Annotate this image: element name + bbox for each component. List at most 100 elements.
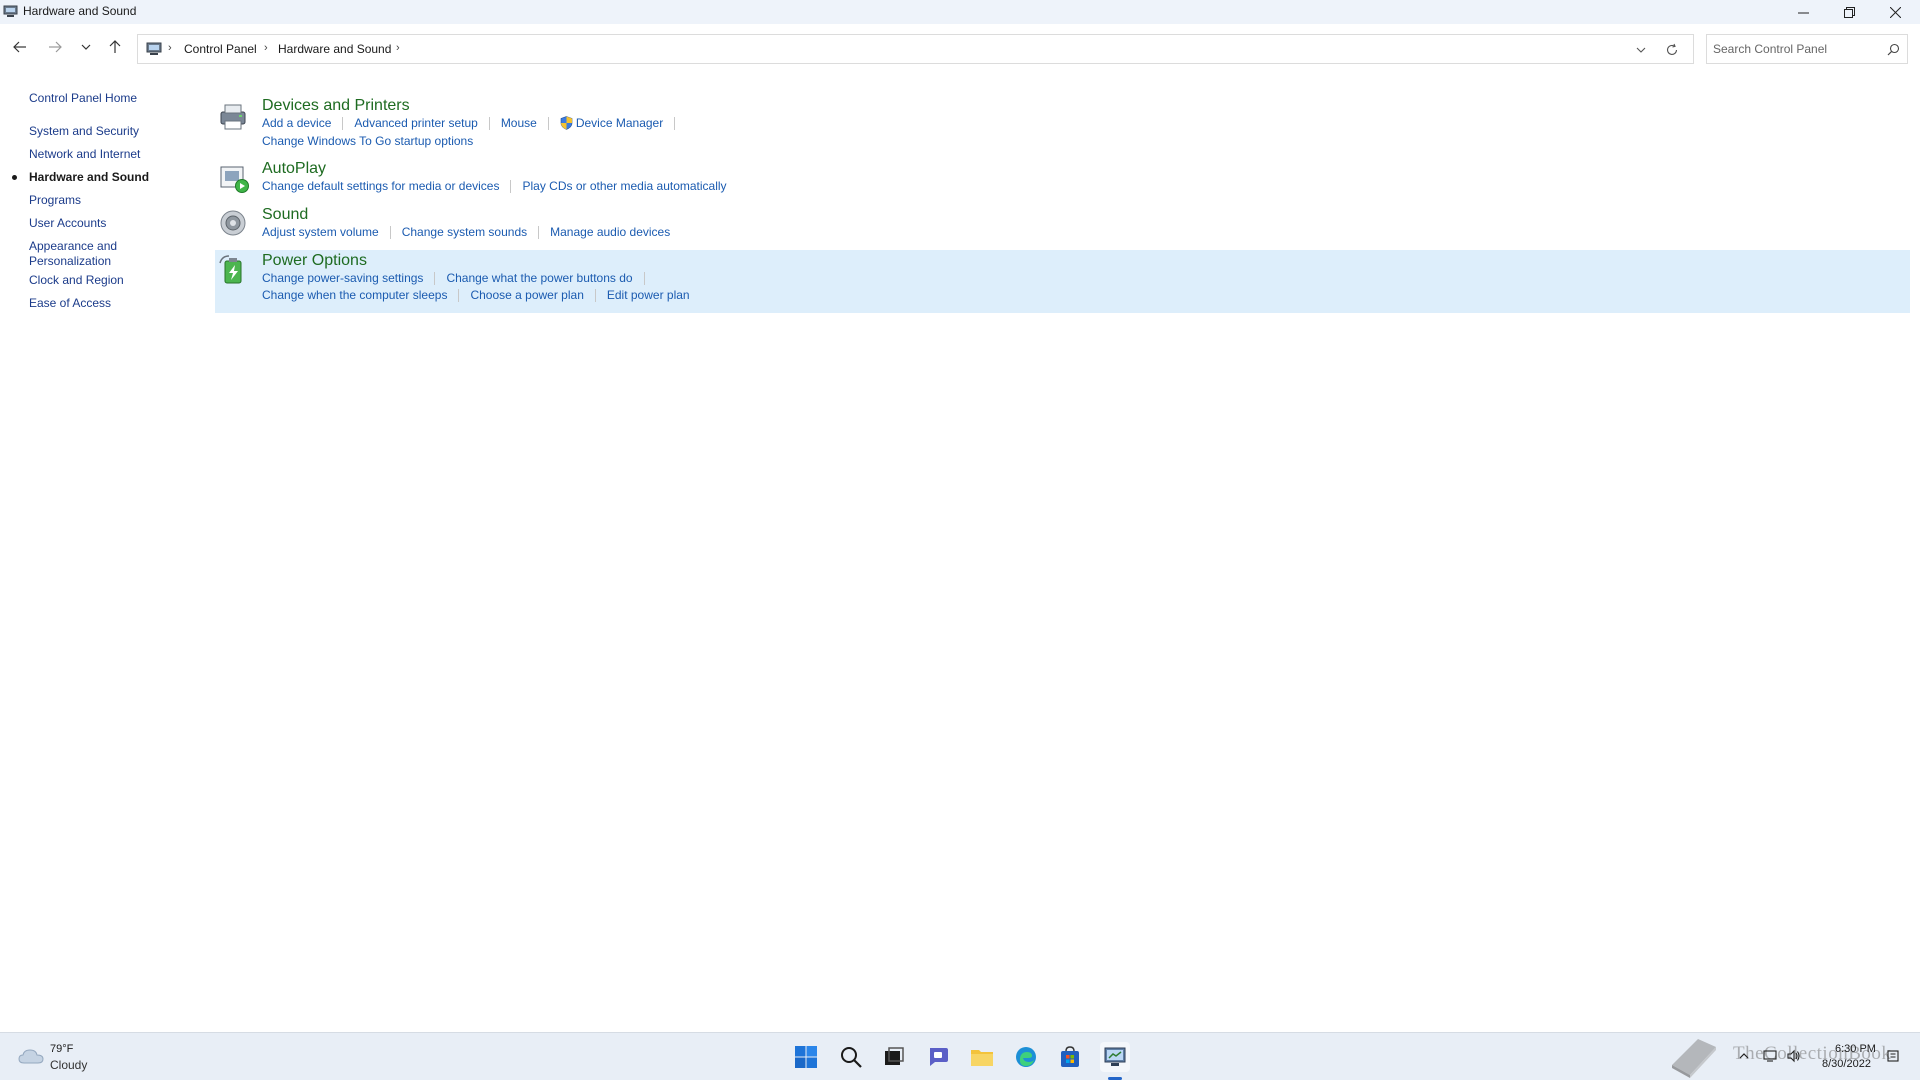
control-panel-icon bbox=[3, 5, 18, 17]
close-icon bbox=[1889, 6, 1901, 18]
control-panel-icon bbox=[146, 42, 162, 55]
category-title[interactable]: Devices and Printers bbox=[262, 97, 410, 115]
breadcrumb-control-panel[interactable]: Control Panel bbox=[184, 42, 257, 56]
change-power-saving-settings-link[interactable]: Change power-saving settings bbox=[262, 271, 423, 285]
chevron-down-icon bbox=[81, 44, 91, 50]
volume-icon[interactable] bbox=[1787, 1049, 1801, 1063]
up-button[interactable] bbox=[106, 38, 124, 56]
title-bar: Hardware and Sound bbox=[0, 0, 1920, 24]
link-row: Add a device Advanced printer setup Mous… bbox=[262, 116, 686, 130]
restore-icon bbox=[1843, 6, 1855, 18]
file-explorer-icon bbox=[971, 1050, 993, 1066]
change-when-computer-sleeps-link[interactable]: Change when the computer sleeps bbox=[262, 288, 447, 302]
device-manager-link[interactable]: Device Manager bbox=[576, 116, 663, 130]
chat-button[interactable] bbox=[923, 1042, 953, 1072]
divider bbox=[389, 225, 391, 239]
edge-icon bbox=[1016, 1047, 1036, 1067]
task-view-button[interactable] bbox=[879, 1042, 909, 1072]
category-sound: Sound Adjust system volume Change system… bbox=[215, 204, 1910, 244]
change-default-settings-link[interactable]: Change default settings for media or dev… bbox=[262, 179, 499, 193]
adjust-system-volume-link[interactable]: Adjust system volume bbox=[262, 225, 379, 239]
back-button[interactable] bbox=[11, 38, 29, 56]
microsoft-store-button[interactable] bbox=[1055, 1042, 1085, 1072]
category-title[interactable]: Sound bbox=[262, 206, 308, 224]
arrow-right-icon bbox=[49, 41, 62, 53]
divider bbox=[434, 271, 436, 285]
play-cds-automatically-link[interactable]: Play CDs or other media automatically bbox=[522, 179, 726, 193]
refresh-icon[interactable] bbox=[1665, 43, 1679, 57]
address-bar[interactable]: › Control Panel › Hardware and Sound › bbox=[137, 34, 1694, 64]
advanced-printer-setup-link[interactable]: Advanced printer setup bbox=[354, 116, 477, 130]
manage-audio-devices-link[interactable]: Manage audio devices bbox=[550, 225, 670, 239]
window-title: Hardware and Sound bbox=[23, 4, 137, 18]
nav-system-and-security[interactable]: System and Security bbox=[29, 124, 139, 139]
arrow-left-icon bbox=[13, 41, 26, 53]
nav-appearance-and-personalization[interactable]: Appearance and Personalization bbox=[29, 239, 117, 269]
add-a-device-link[interactable]: Add a device bbox=[262, 116, 331, 130]
search-icon[interactable] bbox=[1887, 43, 1900, 56]
search-icon bbox=[841, 1047, 862, 1068]
divider bbox=[594, 288, 596, 302]
change-power-buttons-link[interactable]: Change what the power buttons do bbox=[446, 271, 632, 285]
weather-condition[interactable]: Cloudy bbox=[50, 1058, 87, 1072]
clock-time[interactable]: 6:30 PM bbox=[1835, 1043, 1876, 1055]
search-box[interactable] bbox=[1706, 34, 1908, 64]
nav-network-and-internet[interactable]: Network and Internet bbox=[29, 147, 140, 162]
cloud-icon[interactable] bbox=[18, 1047, 44, 1065]
breadcrumb-hardware-and-sound[interactable]: Hardware and Sound bbox=[278, 42, 391, 56]
link-row: Change Windows To Go startup options bbox=[262, 134, 473, 148]
link-row: Change when the computer sleeps Choose a… bbox=[262, 288, 690, 302]
uac-shield-icon bbox=[560, 116, 573, 130]
nav-programs[interactable]: Programs bbox=[29, 193, 81, 208]
nav-hardware-and-sound[interactable]: Hardware and Sound bbox=[29, 170, 149, 185]
category-title[interactable]: AutoPlay bbox=[262, 160, 326, 178]
minimize-icon bbox=[1797, 12, 1809, 13]
nav-label-line1: Appearance and bbox=[29, 239, 118, 253]
network-icon[interactable] bbox=[1763, 1049, 1777, 1063]
store-icon bbox=[1061, 1046, 1079, 1067]
change-windows-to-go-link[interactable]: Change Windows To Go startup options bbox=[262, 134, 473, 148]
watermark-book-icon bbox=[1672, 1039, 1716, 1078]
nav-ease-of-access[interactable]: Ease of Access bbox=[29, 296, 111, 311]
breadcrumb-separator[interactable]: › bbox=[396, 42, 400, 54]
nav-control-panel-home[interactable]: Control Panel Home bbox=[29, 91, 137, 106]
divider bbox=[643, 271, 645, 285]
restore-button[interactable] bbox=[1826, 0, 1872, 24]
clock-date[interactable]: 8/30/2022 bbox=[1822, 1058, 1871, 1070]
chevron-up-icon[interactable] bbox=[1737, 1049, 1751, 1063]
category-title[interactable]: Power Options bbox=[262, 252, 367, 270]
category-devices-and-printers: Devices and Printers Add a device Advanc… bbox=[215, 94, 1910, 154]
control-panel-taskbar-button[interactable] bbox=[1100, 1042, 1130, 1072]
notification-icon[interactable] bbox=[1886, 1049, 1900, 1063]
file-explorer-button[interactable] bbox=[967, 1042, 997, 1072]
weather-temperature[interactable]: 79°F bbox=[50, 1043, 73, 1055]
control-panel-icon bbox=[1104, 1047, 1126, 1066]
divider bbox=[674, 116, 676, 130]
recent-locations-button[interactable] bbox=[77, 38, 95, 56]
edit-power-plan-link[interactable]: Edit power plan bbox=[607, 288, 690, 302]
windows-start-icon bbox=[795, 1046, 817, 1068]
change-system-sounds-link[interactable]: Change system sounds bbox=[402, 225, 527, 239]
minimize-button[interactable] bbox=[1780, 0, 1826, 24]
start-button[interactable] bbox=[791, 1042, 821, 1072]
forward-button[interactable] bbox=[46, 38, 64, 56]
nav-label-line2: Personalization bbox=[29, 254, 112, 268]
search-input[interactable] bbox=[1713, 41, 1873, 57]
nav-clock-and-region[interactable]: Clock and Region bbox=[29, 273, 124, 288]
divider bbox=[458, 288, 460, 302]
taskbar-search-button[interactable] bbox=[836, 1042, 866, 1072]
divider bbox=[538, 225, 540, 239]
mouse-link[interactable]: Mouse bbox=[501, 116, 537, 130]
category-autoplay: AutoPlay Change default settings for med… bbox=[215, 158, 1910, 198]
close-button[interactable] bbox=[1872, 0, 1918, 24]
category-power-options: Power Options Change power-saving settin… bbox=[215, 250, 1910, 313]
autoplay-icon bbox=[220, 166, 249, 193]
choose-a-power-plan-link[interactable]: Choose a power plan bbox=[470, 288, 583, 302]
task-view-icon bbox=[885, 1047, 904, 1065]
edge-browser-button[interactable] bbox=[1011, 1042, 1041, 1072]
speaker-icon bbox=[220, 210, 246, 236]
divider bbox=[488, 116, 490, 130]
breadcrumb-separator[interactable]: › bbox=[264, 42, 268, 54]
chevron-down-icon[interactable] bbox=[1635, 44, 1647, 56]
nav-user-accounts[interactable]: User Accounts bbox=[29, 216, 106, 231]
